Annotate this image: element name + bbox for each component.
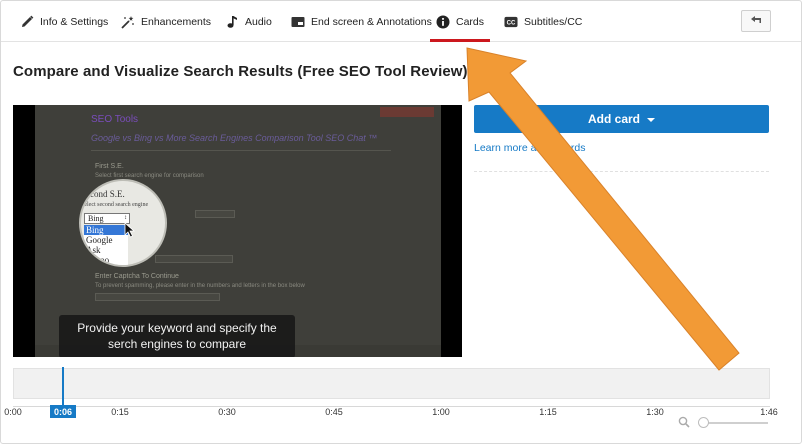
cc-icon: CC [504,15,518,29]
video-page-label: Enter Captcha To Continue [95,273,179,280]
timeline-tick-label: 1:30 [646,407,664,417]
video-page-input [155,255,233,263]
page-title: Compare and Visualize Search Results (Fr… [13,63,468,80]
end-screen-icon [291,15,305,29]
tab-enhancements[interactable]: Enhancements [121,1,211,42]
video-page-hint: Select first search engine for compariso… [95,173,204,179]
dropdown-option: Google [86,235,113,245]
caption-line: Provide your keyword and specify the [77,321,277,335]
tab-label: Cards [456,15,485,28]
tab-label: Subtitles/CC [524,15,583,28]
magnifier-hint: Select second search engine [81,202,149,208]
timeline-tick-label: 0:30 [218,407,236,417]
divider [91,150,391,151]
add-card-button[interactable]: Add card [474,105,769,133]
zoom-slider-handle[interactable] [698,417,709,428]
playhead[interactable] [62,367,64,407]
video-page-button [380,107,434,117]
tab-label: Audio [245,15,272,28]
timeline-tick-label: 1:00 [432,407,450,417]
timeline-tick-label: 0:00 [4,407,22,417]
timeline-tick-label: 1:46 [760,407,778,417]
video-page-select [195,210,235,218]
tab-label: Enhancements [141,15,212,28]
current-time-badge[interactable]: 0:06 [50,405,76,418]
tab-label: Info & Settings [40,15,109,28]
magnifier-label: Second S.E. [81,189,125,199]
caption-line: serch engines to compare [107,337,247,351]
timeline-tick-label: 1:15 [539,407,557,417]
tab-cards[interactable]: Cards [429,1,491,42]
tab-end-screen-annotations[interactable]: End screen & Annotations [291,1,432,42]
timeline-tick-label: 0:15 [111,407,129,417]
video-page-captcha-box [95,293,220,301]
video-page-heading: SEO Tools [91,114,139,125]
timeline-tick-label: 0:45 [325,407,343,417]
tab-subtitles-cc[interactable]: CC Subtitles/CC [504,1,582,42]
dropdown-option: Bing [84,225,128,235]
dropdown-option: Yahoo [86,255,110,265]
tab-label: End screen & Annotations [311,15,432,28]
magnifier-dropdown-list: Bing Google Ask Yahoo [84,225,128,265]
learn-more-link[interactable]: Learn more about cards [474,142,585,154]
zoom-icon[interactable] [678,416,690,428]
editor-tab-bar: Info & Settings Enhancements Audio End s… [1,1,801,42]
svg-text:CC: CC [507,20,516,26]
video-caption: Provide your keyword and specify the ser… [59,315,295,357]
chevron-down-icon [647,118,655,122]
zoom-magnifier: Second S.E. Select second search engine … [79,179,167,267]
video-player[interactable]: SEO Tools Google vs Bing vs More Search … [13,105,462,357]
info-icon [436,15,450,29]
mouse-cursor-icon [124,222,136,238]
add-card-label: Add card [587,112,640,126]
video-page-subheading: Google vs Bing vs More Search Engines Co… [91,133,378,143]
divider [474,171,769,172]
music-note-icon [225,15,239,29]
magic-wand-icon [121,15,135,29]
editor-window: Info & Settings Enhancements Audio End s… [0,0,802,444]
zoom-slider-track[interactable] [702,422,768,424]
tab-audio[interactable]: Audio [225,1,272,42]
tab-info-settings[interactable]: Info & Settings [20,1,108,42]
back-button[interactable] [741,10,771,32]
video-page-label: First S.E. [95,163,124,170]
timeline-track[interactable] [13,368,770,399]
dropdown-option: Ask [86,245,101,255]
video-page-hint: To prevent spamming, please enter in the… [95,283,305,289]
pencil-icon [20,15,34,29]
undo-arrow-icon [750,12,762,30]
